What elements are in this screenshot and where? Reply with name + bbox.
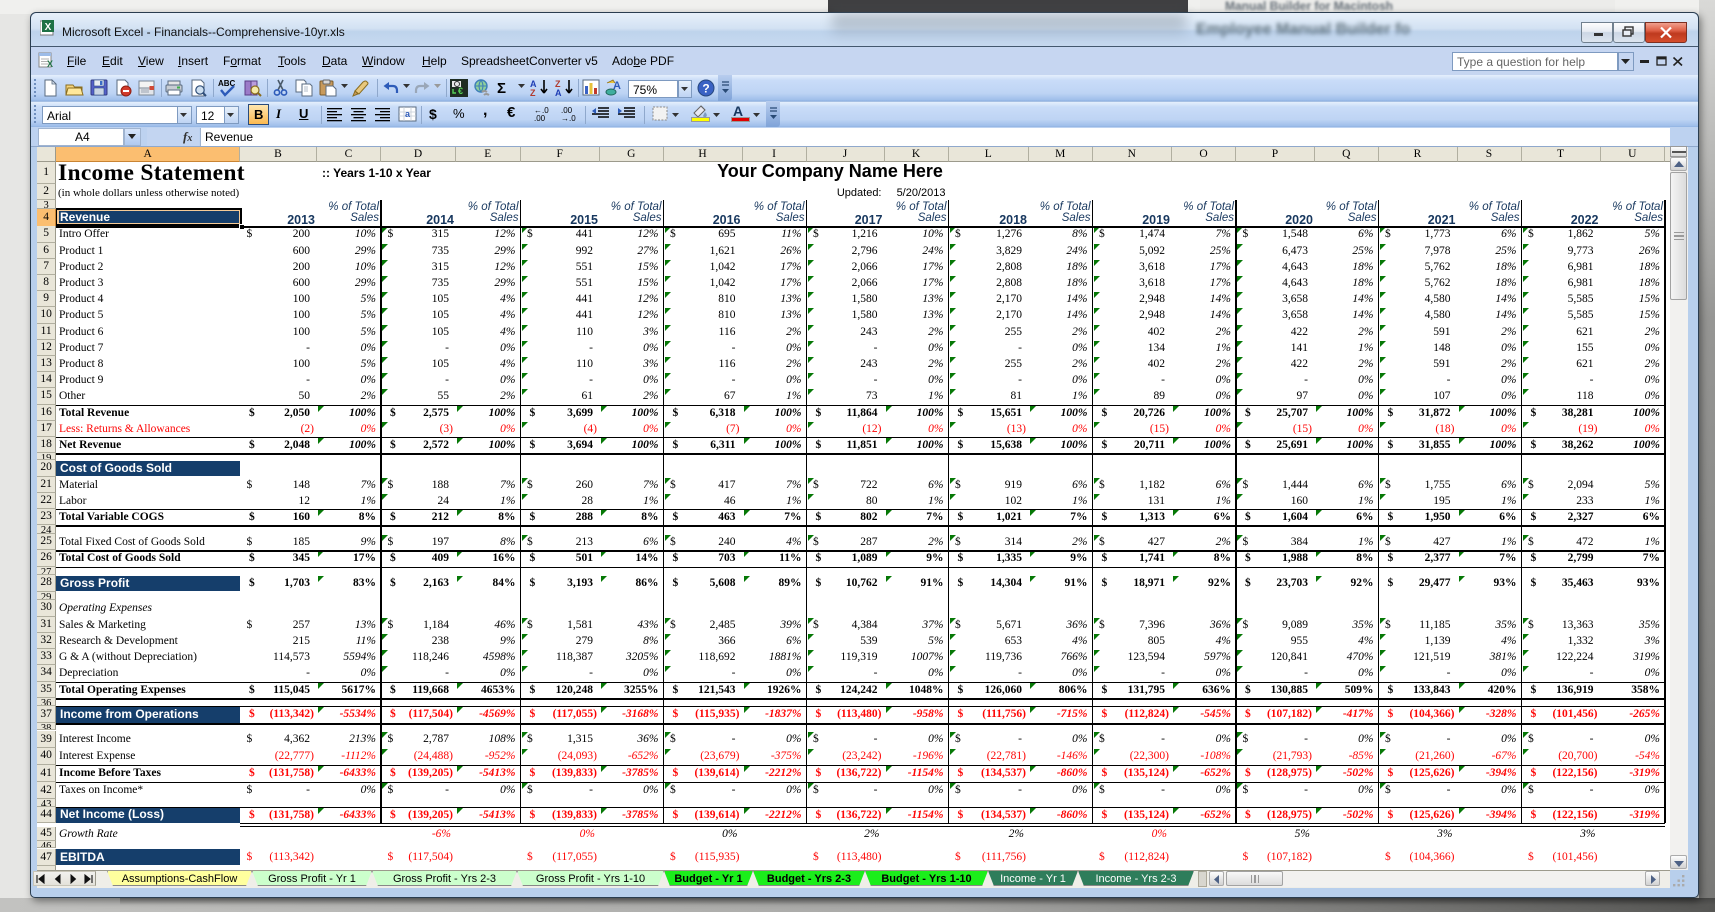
svg-text:?: ? xyxy=(702,82,709,96)
svg-text:X: X xyxy=(47,59,53,69)
svg-text:Z: Z xyxy=(530,88,536,97)
svg-text:X: X xyxy=(45,22,52,33)
svg-text:A: A xyxy=(555,88,562,97)
svg-text:→.0: →.0 xyxy=(561,114,576,123)
svg-text:.00: .00 xyxy=(534,114,546,123)
svg-text:€: € xyxy=(458,86,463,96)
